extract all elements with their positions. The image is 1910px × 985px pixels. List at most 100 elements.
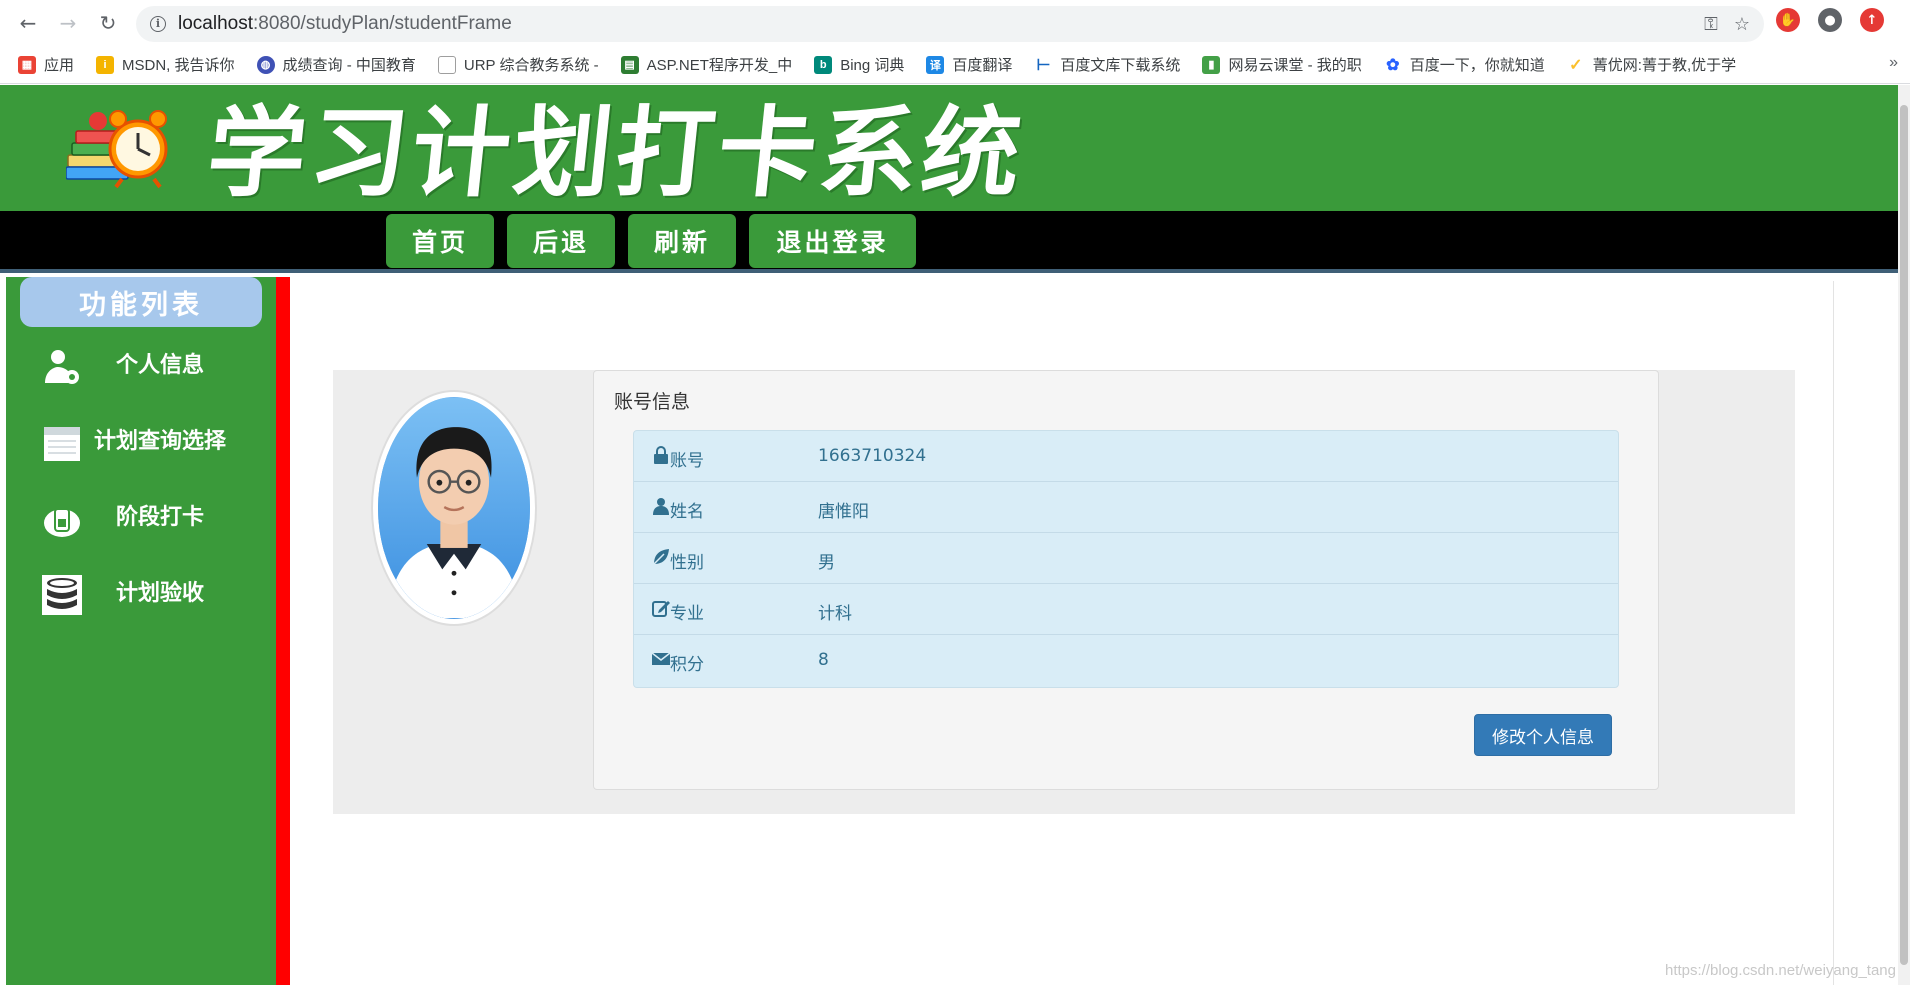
scrollbar-thumb[interactable] xyxy=(1900,105,1908,965)
paw-icon: ✿ xyxy=(1383,55,1402,74)
bookmark-aspnet[interactable]: ▤ ASP.NET程序开发_中 xyxy=(620,54,793,75)
database-icon xyxy=(42,575,82,615)
reload-icon[interactable]: ↻ xyxy=(94,9,122,37)
row-value: 8 xyxy=(818,650,829,670)
sidebar-title: 功能列表 xyxy=(20,277,262,327)
table-row-major: 专业 计科 xyxy=(634,584,1618,635)
profile-icon[interactable]: ● xyxy=(1818,8,1842,32)
bookmarks-bar: ▦ 应用 i MSDN, 我告诉你 ◍ 成绩查询 - 中国教育 URP 综合教务… xyxy=(0,46,1910,84)
sidebar-item-label: 计划查询选择 xyxy=(94,429,227,454)
account-info-table: 账号 1663710324 姓名 唐惟阳 性别 男 专业 计科 积分 8 xyxy=(633,430,1619,688)
sidebar-item-label: 计划验收 xyxy=(116,581,205,606)
bing-icon: b xyxy=(814,55,833,74)
browser-toolbar: ← → ↻ i localhost:8080/studyPlan/student… xyxy=(0,0,1910,46)
sidebar-item-checkin[interactable]: 阶段打卡 xyxy=(6,491,276,547)
table-row-name: 姓名 唐惟阳 xyxy=(634,482,1618,533)
person-photo-icon xyxy=(378,397,530,619)
user-gear-icon xyxy=(45,350,79,384)
bookmark-label: ASP.NET程序开发_中 xyxy=(646,57,793,74)
wenku-icon: ⊢ xyxy=(1034,55,1053,74)
address-bar[interactable]: i localhost:8080/studyPlan/studentFrame … xyxy=(136,6,1764,42)
bookmark-apps[interactable]: ▦ 应用 xyxy=(18,54,74,75)
sidebar-item-label: 阶段打卡 xyxy=(116,505,205,530)
table-row-account: 账号 1663710324 xyxy=(634,431,1618,482)
star-icon[interactable]: ☆ xyxy=(1734,14,1750,35)
header-banner: 学习计划打卡系统 xyxy=(0,85,1898,211)
bookmark-wenku[interactable]: ⊢ 百度文库下载系统 xyxy=(1034,54,1180,75)
profile-panel: 账号信息 账号 1663710324 姓名 唐惟阳 性别 男 专业 计科 积分 … xyxy=(333,370,1795,814)
study-icon: ▮ xyxy=(1202,55,1221,74)
back-button[interactable]: 后退 xyxy=(507,214,615,268)
bookmark-jyeoo[interactable]: ✓ 菁优网:菁于教,优于学 xyxy=(1566,54,1737,75)
sidebar-item-personal-info[interactable]: 个人信息 xyxy=(6,339,276,395)
envelope-icon xyxy=(652,652,670,665)
row-value: 计科 xyxy=(818,604,852,624)
page-icon xyxy=(437,55,456,74)
update-icon[interactable]: ↑ xyxy=(1860,8,1884,32)
sidebar: 功能列表 个人信息 计划查询选择 阶段打卡 计划验收 xyxy=(6,277,276,985)
bookmark-label: 百度一下，你就知道 xyxy=(1409,57,1545,74)
row-value: 1663710324 xyxy=(818,446,927,466)
bookmark-bing[interactable]: b Bing 词典 xyxy=(814,54,904,75)
back-arrow-icon[interactable]: ← xyxy=(14,9,42,37)
leaf-icon xyxy=(653,549,669,565)
row-label: 积分 xyxy=(670,655,704,675)
table-row-gender: 性别 男 xyxy=(634,533,1618,584)
url-host: localhost xyxy=(178,13,253,34)
row-label: 性别 xyxy=(670,553,704,573)
key-icon[interactable]: ⚿ xyxy=(1704,14,1718,35)
bookmark-grades[interactable]: ◍ 成绩查询 - 中国教育 xyxy=(256,54,416,75)
bookmark-label: 百度文库下载系统 xyxy=(1060,57,1181,74)
avatar xyxy=(371,390,537,626)
bookmark-baidu-translate[interactable]: 译 百度翻译 xyxy=(926,54,1012,75)
bookmark-label: MSDN, 我告诉你 xyxy=(122,57,235,74)
url-text: localhost:8080/studyPlan/studentFrame xyxy=(178,13,512,35)
sidebar-item-plan-acceptance[interactable]: 计划验收 xyxy=(6,567,276,623)
page-scrollbar[interactable] xyxy=(1898,85,1910,985)
avatar-photo xyxy=(378,397,530,619)
extension-stop-icon[interactable]: ✋ xyxy=(1776,8,1800,32)
sidebar-divider xyxy=(276,277,290,985)
bookmark-label: URP 综合教务系统 - xyxy=(463,57,599,74)
bookmark-label: 百度翻译 xyxy=(952,57,1013,74)
translate-icon: 译 xyxy=(926,55,945,74)
books-clock-icon xyxy=(66,110,168,189)
home-button[interactable]: 首页 xyxy=(386,214,494,268)
globe-icon: ◍ xyxy=(256,55,275,74)
logout-button[interactable]: 退出登录 xyxy=(749,214,916,268)
page: 学习计划打卡系统 首页 后退 刷新 退出登录 功能列表 个人信息 计划查询选择 … xyxy=(0,85,1910,985)
forward-arrow-icon[interactable]: → xyxy=(54,9,82,37)
calendar-icon xyxy=(44,427,80,461)
account-info-card: 账号信息 账号 1663710324 姓名 唐惟阳 性别 男 专业 计科 积分 … xyxy=(593,370,1659,790)
row-label: 账号 xyxy=(670,451,704,471)
watermark: https://blog.csdn.net/weiyang_tang xyxy=(1665,962,1896,979)
jyeoo-icon: ✓ xyxy=(1566,55,1585,74)
edit-profile-button[interactable]: 修改个人信息 xyxy=(1474,714,1612,756)
site-info-icon[interactable]: i xyxy=(150,16,166,32)
bookmark-msdn[interactable]: i MSDN, 我告诉你 xyxy=(96,54,235,75)
row-value: 唐惟阳 xyxy=(818,502,869,522)
sidebar-item-label: 个人信息 xyxy=(116,353,205,378)
check-in-icon xyxy=(44,508,80,537)
bookmark-label: 菁优网:菁于教,优于学 xyxy=(1592,57,1737,74)
bookmark-label: Bing 词典 xyxy=(840,57,905,74)
msdn-icon: i xyxy=(96,55,115,74)
edit-icon xyxy=(652,601,670,617)
apps-grid-icon: ▦ xyxy=(18,55,36,74)
lock-icon xyxy=(654,446,668,464)
bookmark-163-study[interactable]: ▮ 网易云课堂 - 我的职 xyxy=(1202,54,1362,75)
user-icon xyxy=(653,498,669,515)
refresh-button[interactable]: 刷新 xyxy=(628,214,736,268)
sidebar-item-plan-query[interactable]: 计划查询选择 xyxy=(6,415,276,471)
row-label: 姓名 xyxy=(670,502,704,522)
bookmark-baidu[interactable]: ✿ 百度一下，你就知道 xyxy=(1383,54,1545,75)
url-path: :8080/studyPlan/studentFrame xyxy=(253,13,512,34)
table-row-points: 积分 8 xyxy=(634,635,1618,686)
bookmarks-overflow-icon[interactable]: » xyxy=(1889,54,1898,72)
bookmark-urp[interactable]: URP 综合教务系统 - xyxy=(437,54,599,75)
row-value: 男 xyxy=(818,553,835,573)
bookmark-label: 网易云课堂 - 我的职 xyxy=(1228,57,1362,74)
site-title: 学习计划打卡系统 xyxy=(202,96,1031,211)
top-navigation: 首页 后退 刷新 退出登录 xyxy=(0,211,1898,273)
bookmark-label: 成绩查询 - 中国教育 xyxy=(282,57,416,74)
